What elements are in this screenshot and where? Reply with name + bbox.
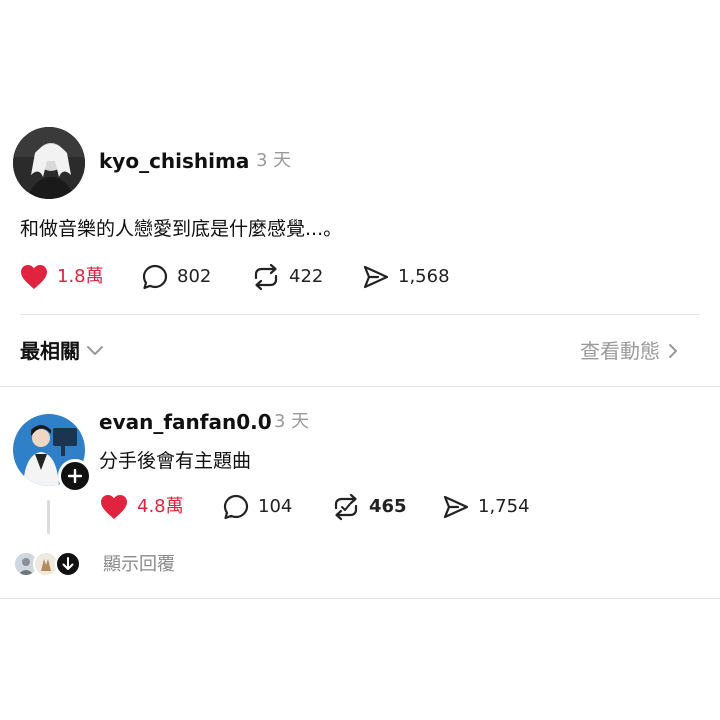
post-comment-count: 802 (177, 266, 212, 287)
heart-icon (21, 265, 47, 289)
arrow-down-icon (62, 557, 74, 570)
view-activity-link[interactable]: 查看動態 (580, 338, 678, 364)
post-username[interactable]: kyo_chishima (99, 149, 249, 173)
post-share-button[interactable]: 1,568 (362, 263, 450, 291)
repost-icon (334, 493, 358, 521)
repost-icon (254, 263, 278, 291)
plus-icon (68, 469, 82, 483)
sort-divider (0, 386, 720, 387)
reply-like-count: 4.8萬 (137, 496, 184, 517)
reply-repost-count: 465 (369, 496, 407, 517)
follow-plus-button[interactable] (58, 459, 92, 493)
reply-text: 分手後會有主題曲 (99, 450, 252, 472)
heart-icon (101, 495, 127, 519)
comment-icon (142, 264, 168, 290)
thread-line (47, 500, 50, 534)
reply-repost-button[interactable]: 465 (331, 493, 407, 521)
sort-label: 最相關 (20, 339, 80, 363)
show-replies-link[interactable]: 顯示回覆 (103, 553, 175, 577)
post-comment-button[interactable]: 802 (141, 263, 211, 291)
post-like-button[interactable]: 1.8萬 (19, 263, 104, 291)
reply-like-button[interactable]: 4.8萬 (99, 493, 184, 521)
replier-avatars[interactable] (13, 551, 93, 579)
reply-timestamp: 3 天 (274, 411, 310, 432)
reply-comment-count: 104 (258, 496, 293, 517)
comment-icon (223, 494, 249, 520)
share-icon (363, 265, 389, 289)
chevron-down-icon (87, 346, 103, 355)
post-timestamp: 3 天 (256, 150, 292, 171)
view-activity-label: 查看動態 (580, 339, 660, 363)
reply-comment-button[interactable]: 104 (222, 493, 292, 521)
post-divider (20, 314, 700, 315)
reply-share-count: 1,754 (478, 496, 530, 517)
reply-share-button[interactable]: 1,754 (442, 493, 530, 521)
post-repost-button[interactable]: 422 (251, 263, 323, 291)
show-replies-arrow-button[interactable] (55, 551, 81, 577)
chevron-right-icon (669, 344, 677, 358)
reply-divider (0, 598, 720, 599)
reply-username[interactable]: evan_fanfan0.0 (99, 410, 272, 434)
sort-dropdown[interactable]: 最相關 (20, 338, 104, 364)
post-text: 和做音樂的人戀愛到底是什麼感覺...。 (20, 218, 343, 240)
post-author-avatar[interactable] (13, 127, 85, 199)
post-share-count: 1,568 (398, 266, 450, 287)
post-like-count: 1.8萬 (57, 266, 104, 287)
share-icon (443, 495, 469, 519)
post-repost-count: 422 (289, 266, 324, 287)
